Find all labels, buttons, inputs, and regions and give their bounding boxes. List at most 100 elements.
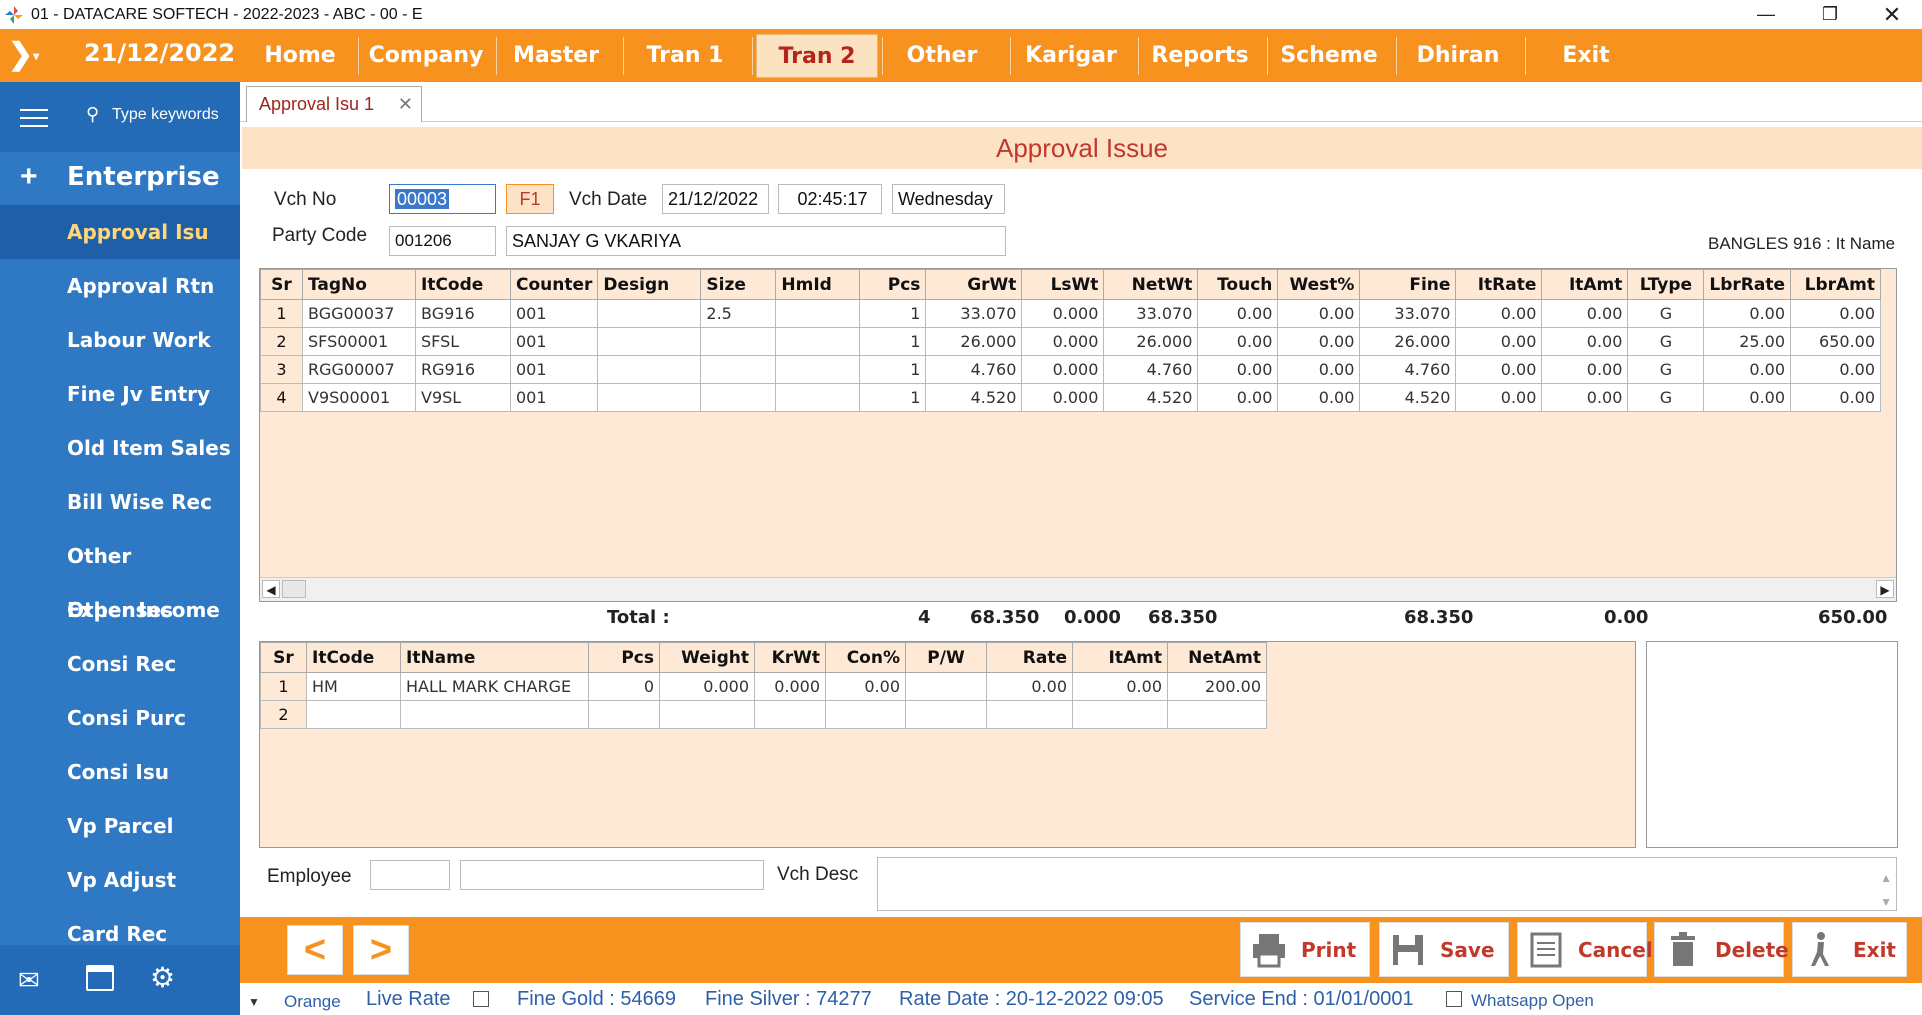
cell[interactable]: G — [1627, 383, 1705, 412]
sidebar-item-other-income[interactable]: Other Income — [0, 583, 240, 637]
cell[interactable]: 001 — [509, 327, 599, 356]
cell[interactable] — [905, 672, 987, 701]
delete-button[interactable]: Delete — [1654, 922, 1789, 977]
cell[interactable]: 3 — [260, 355, 303, 384]
minimize-icon[interactable]: — — [1736, 0, 1796, 29]
cell[interactable]: 0.00 — [1277, 355, 1361, 384]
cell[interactable]: 0.000 — [754, 672, 826, 701]
scroll-right-icon[interactable]: ▶ — [1876, 580, 1894, 598]
menu-tran1[interactable]: Tran 1 — [627, 29, 743, 82]
col-krwt[interactable]: KrWt — [754, 642, 826, 673]
col-itcode[interactable]: ItCode — [415, 269, 511, 300]
table-row[interactable]: 1 HM HALL MARK CHARGE 0 0.000 0.000 0.00… — [260, 672, 1267, 701]
cell[interactable] — [1072, 700, 1168, 729]
col-lbrrate[interactable]: LbrRate — [1703, 269, 1792, 300]
col-itrate[interactable]: ItRate — [1455, 269, 1543, 300]
cell[interactable]: 0.00 — [1197, 383, 1279, 412]
cell[interactable]: V9S00001 — [302, 383, 416, 412]
vch-date-input[interactable]: 21/12/2022 — [662, 184, 769, 214]
cell[interactable]: 0.00 — [1703, 383, 1792, 412]
cell[interactable]: 1 — [859, 299, 927, 328]
scroll-down-icon[interactable]: ▼ — [1880, 888, 1892, 916]
vch-no-input[interactable]: 00003 — [389, 184, 496, 214]
sidebar-item-fine-jv-entry[interactable]: Fine Jv Entry — [0, 367, 240, 421]
cell[interactable]: 001 — [509, 355, 599, 384]
col-rate[interactable]: Rate — [986, 642, 1073, 673]
cell[interactable]: 4.520 — [1359, 383, 1457, 412]
sidebar-search-input[interactable]: Type keywords — [112, 106, 219, 124]
theme-selector[interactable]: Orange — [284, 992, 341, 1012]
restore-icon[interactable]: ❐ — [1800, 0, 1860, 29]
sidebar-item-other-expenses[interactable]: Other Expenses — [0, 529, 240, 622]
cell[interactable]: 0.00 — [1790, 299, 1882, 328]
exit-button[interactable]: Exit — [1792, 922, 1907, 977]
menu-master[interactable]: Master — [500, 29, 612, 82]
cell[interactable]: 25.00 — [1703, 327, 1792, 356]
col-netwt[interactable]: NetWt — [1103, 269, 1199, 300]
col-sr[interactable]: Sr — [260, 642, 307, 673]
menu-reports[interactable]: Reports — [1142, 29, 1258, 82]
col-counter[interactable]: Counter — [509, 269, 599, 300]
cell[interactable]: 0 — [588, 672, 660, 701]
cell[interactable]: SFSL — [415, 327, 511, 356]
cell[interactable]: SFS00001 — [302, 327, 416, 356]
col-hmid[interactable]: HmId — [775, 269, 861, 300]
cell[interactable]: 0.00 — [1541, 383, 1629, 412]
cell[interactable]: 650.00 — [1790, 327, 1882, 356]
cell[interactable]: 0.000 — [659, 672, 755, 701]
cell[interactable]: 0.00 — [1790, 383, 1882, 412]
sidebar-item-approval-isu[interactable]: Approval Isu — [0, 205, 240, 259]
f1-button[interactable]: F1 — [506, 184, 554, 214]
cell[interactable] — [597, 327, 702, 356]
col-tagno[interactable]: TagNo — [302, 269, 416, 300]
cell[interactable] — [659, 700, 755, 729]
cell[interactable]: 0.00 — [1541, 299, 1629, 328]
menu-scheme[interactable]: Scheme — [1271, 29, 1387, 82]
col-lswt[interactable]: LsWt — [1021, 269, 1105, 300]
col-sr[interactable]: Sr — [260, 269, 303, 300]
cell[interactable] — [775, 355, 861, 384]
cell[interactable] — [597, 355, 702, 384]
cell[interactable]: 1 — [859, 355, 927, 384]
hamburger-icon[interactable] — [20, 106, 48, 128]
close-window-icon[interactable]: ✕ — [1862, 0, 1922, 29]
sidebar-item-consi-purc[interactable]: Consi Purc — [0, 691, 240, 745]
cell[interactable] — [905, 700, 987, 729]
user-settings-icon[interactable]: ⚙ — [150, 961, 175, 994]
party-code-input[interactable]: 001206 — [389, 226, 496, 256]
cell[interactable]: 0.00 — [1277, 327, 1361, 356]
scroll-thumb[interactable] — [282, 580, 306, 598]
cell[interactable]: 2 — [260, 327, 303, 356]
col-lbramt[interactable]: LbrAmt — [1790, 269, 1882, 300]
col-itamt[interactable]: ItAmt — [1072, 642, 1168, 673]
live-rate-checkbox[interactable] — [473, 991, 489, 1007]
cell[interactable]: 0.00 — [1790, 355, 1882, 384]
cell[interactable]: 1 — [260, 299, 303, 328]
cell[interactable]: 200.00 — [1167, 672, 1267, 701]
cell[interactable]: 4.520 — [1103, 383, 1199, 412]
sidebar-item-vp-adjust[interactable]: Vp Adjust — [0, 853, 240, 907]
mail-icon[interactable]: ✉ — [18, 965, 40, 996]
prev-button[interactable]: < — [287, 925, 343, 975]
cell[interactable] — [700, 355, 777, 384]
cell[interactable]: 0.000 — [1021, 383, 1105, 412]
col-design[interactable]: Design — [597, 269, 702, 300]
cell[interactable] — [825, 700, 906, 729]
cell[interactable] — [775, 383, 861, 412]
cell[interactable]: 4 — [260, 383, 303, 412]
cell[interactable]: 1 — [859, 327, 927, 356]
cell[interactable]: 0.00 — [1197, 327, 1279, 356]
cell[interactable]: 0.00 — [1197, 299, 1279, 328]
table-row[interactable]: 2 — [260, 700, 1267, 729]
menu-home[interactable]: Home — [250, 29, 350, 82]
cell[interactable] — [588, 700, 660, 729]
sidebar-item-approval-rtn[interactable]: Approval Rtn — [0, 259, 240, 313]
col-ltype[interactable]: LType — [1627, 269, 1705, 300]
cell[interactable] — [597, 383, 702, 412]
cell[interactable]: 0.000 — [1021, 327, 1105, 356]
cell[interactable]: 33.070 — [1103, 299, 1199, 328]
save-button[interactable]: Save — [1379, 922, 1509, 977]
vch-desc-textarea[interactable]: ▲ ▼ — [877, 857, 1897, 911]
col-weight[interactable]: Weight — [659, 642, 755, 673]
col-pcs[interactable]: Pcs — [859, 269, 927, 300]
